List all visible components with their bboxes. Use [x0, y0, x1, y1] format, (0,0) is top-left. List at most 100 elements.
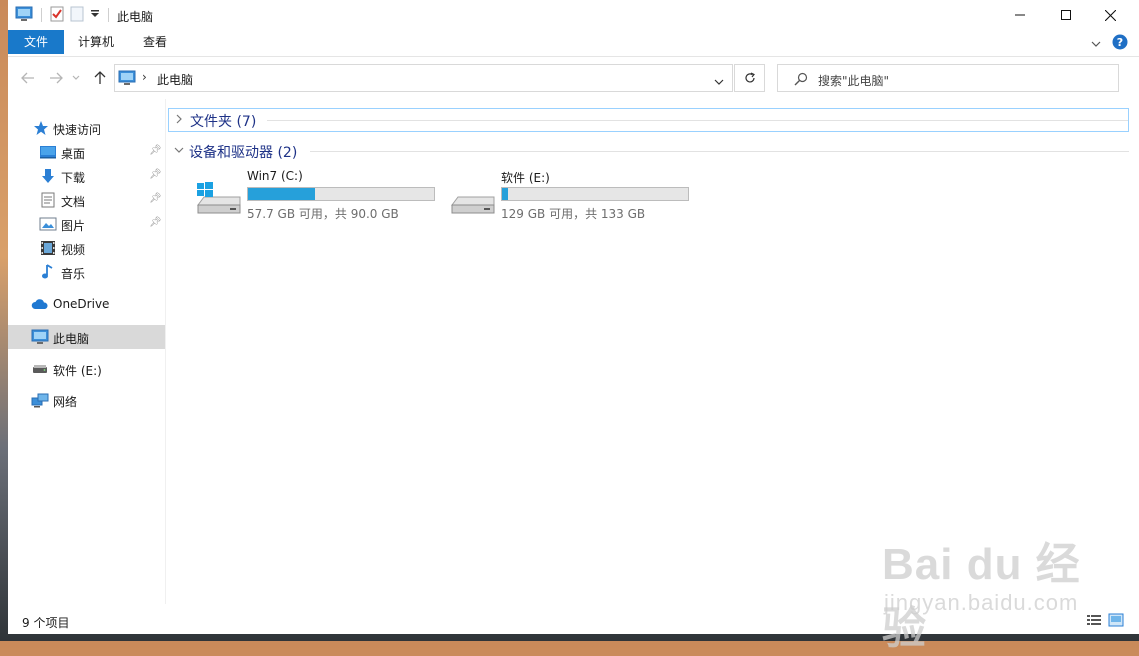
drive-usage-bar: [501, 187, 689, 201]
computer-icon: [118, 70, 136, 89]
recent-locations-button[interactable]: [70, 69, 82, 87]
drive-name: 软件 (E:): [501, 171, 550, 185]
up-button[interactable]: [90, 69, 110, 87]
group-header-devices[interactable]: 设备和驱动器 (2): [168, 139, 1129, 163]
pictures-icon: [39, 216, 57, 232]
help-icon[interactable]: ?: [1112, 34, 1128, 53]
explorer-window: 此电脑 文件 计算机 查看 ? › 此电脑 搜索"此电脑" 快速访问 桌面 📌︎…: [8, 0, 1139, 653]
navigation-bar: › 此电脑 搜索"此电脑": [8, 57, 1139, 99]
computer-icon[interactable]: [15, 6, 33, 25]
sidebar-item-label: 快速访问: [53, 123, 102, 137]
documents-icon: [40, 192, 56, 208]
baidu-watermark: Bai du 经验 jingyan.baidu.com: [878, 518, 1098, 653]
chevron-down-icon: [174, 144, 184, 157]
back-arrow-icon: [21, 72, 34, 84]
drive-usage-fill: [502, 188, 508, 200]
tab-file[interactable]: 文件: [8, 30, 64, 54]
item-count: 9 个项目: [22, 616, 70, 630]
download-icon: [40, 168, 56, 184]
address-dropdown-icon[interactable]: [714, 75, 724, 89]
pin-icon[interactable]: 📌︎: [149, 217, 162, 228]
search-icon: [794, 72, 808, 89]
expand-ribbon-icon[interactable]: [1091, 37, 1101, 51]
sidebar-item-label: 此电脑: [53, 332, 90, 346]
title-bar: 此电脑: [8, 0, 1139, 30]
close-button[interactable]: [1087, 0, 1133, 30]
new-folder-icon[interactable]: [70, 6, 84, 25]
back-button[interactable]: [18, 69, 38, 87]
star-icon: [33, 120, 49, 136]
maximize-icon: [1061, 10, 1071, 20]
refresh-icon: [744, 72, 755, 83]
sidebar-item-music[interactable]: 音乐: [8, 261, 165, 283]
customize-dropdown-icon[interactable]: [90, 8, 100, 22]
sidebar-item-downloads[interactable]: 下载 📌︎: [8, 165, 165, 187]
sidebar-item-quick-access[interactable]: 快速访问: [8, 117, 165, 139]
tab-view[interactable]: 查看: [129, 30, 181, 54]
hard-drive-icon: [450, 181, 496, 215]
group-title: 文件夹 (7): [190, 114, 257, 130]
search-box[interactable]: 搜索"此电脑": [777, 64, 1119, 92]
up-arrow-icon: [94, 71, 106, 84]
large-icons-view-icon[interactable]: [1108, 613, 1124, 630]
minimize-button[interactable]: [997, 0, 1043, 30]
forward-button[interactable]: [46, 69, 66, 87]
sidebar-item-pictures[interactable]: 图片 📌︎: [8, 213, 165, 235]
minimize-icon: [1015, 14, 1025, 16]
properties-icon[interactable]: [50, 6, 64, 25]
sidebar-item-onedrive[interactable]: OneDrive: [8, 293, 165, 315]
maximize-button[interactable]: [1043, 0, 1089, 30]
drive-usage-bar: [247, 187, 435, 201]
sidebar-item-videos[interactable]: 视频: [8, 237, 165, 259]
music-icon: [41, 264, 57, 280]
drive-tile-e[interactable]: 软件 (E:) 129 GB 可用，共 133 GB: [450, 169, 700, 221]
chevron-right-icon: [175, 114, 183, 127]
sidebar-item-label: 音乐: [61, 267, 86, 281]
refresh-button[interactable]: [734, 64, 765, 92]
cloud-icon: [31, 296, 48, 312]
sidebar-item-documents[interactable]: 文档 📌︎: [8, 189, 165, 211]
videos-icon: [40, 240, 56, 256]
pin-icon[interactable]: 📌︎: [149, 193, 162, 204]
address-bar[interactable]: › 此电脑: [114, 64, 733, 92]
sidebar-item-label: 下载: [61, 171, 86, 185]
drive-usage-fill: [248, 188, 315, 200]
sidebar-item-network[interactable]: 网络: [8, 389, 165, 411]
drive-name: Win7 (C:): [247, 169, 303, 183]
forward-arrow-icon: [50, 72, 63, 84]
group-header-folders[interactable]: 文件夹 (7): [168, 108, 1129, 132]
group-divider: [310, 151, 1129, 152]
sidebar-item-label: 图片: [61, 219, 86, 233]
details-view-icon[interactable]: [1086, 614, 1102, 629]
tab-computer[interactable]: 计算机: [64, 30, 128, 54]
ribbon: 文件 计算机 查看 ?: [8, 30, 1139, 57]
sidebar-item-label: 视频: [61, 243, 86, 257]
drive-free-space: 129 GB 可用，共 133 GB: [501, 207, 646, 221]
sidebar-item-this-pc[interactable]: 此电脑: [8, 325, 165, 349]
network-icon: [31, 392, 49, 408]
group-divider: [267, 120, 1128, 121]
breadcrumb-this-pc[interactable]: 此电脑: [157, 71, 193, 88]
search-placeholder: 搜索"此电脑": [818, 74, 890, 88]
status-bar: 9 个项目: [8, 606, 1139, 634]
sidebar-item-label: 网络: [53, 395, 78, 409]
windows-drive-icon: [196, 181, 242, 215]
svg-text:?: ?: [1117, 36, 1123, 49]
quick-access-toolbar: [15, 6, 111, 24]
pin-icon[interactable]: 📌︎: [149, 145, 162, 156]
drive-tile-c[interactable]: Win7 (C:) 57.7 GB 可用，共 90.0 GB: [196, 169, 446, 221]
close-icon: [1104, 9, 1116, 21]
window-title: 此电脑: [117, 10, 154, 24]
sidebar-item-desktop[interactable]: 桌面 📌︎: [8, 141, 165, 163]
navigation-pane: 快速访问 桌面 📌︎ 下载 📌︎ 文档 📌︎ 图片 📌︎ 视频 音乐 OneDr…: [8, 99, 166, 604]
breadcrumb-separator-icon[interactable]: ›: [142, 70, 147, 84]
hard-drive-icon: [32, 363, 48, 379]
group-title: 设备和驱动器 (2): [189, 145, 298, 161]
sidebar-item-drive-e[interactable]: 软件 (E:): [8, 358, 165, 380]
pin-icon[interactable]: 📌︎: [149, 169, 162, 180]
sidebar-item-label: 桌面: [61, 147, 86, 161]
computer-icon: [31, 329, 49, 345]
chevron-down-icon: [72, 75, 80, 80]
sidebar-item-label: 文档: [61, 195, 86, 209]
desktop-icon: [39, 144, 56, 160]
